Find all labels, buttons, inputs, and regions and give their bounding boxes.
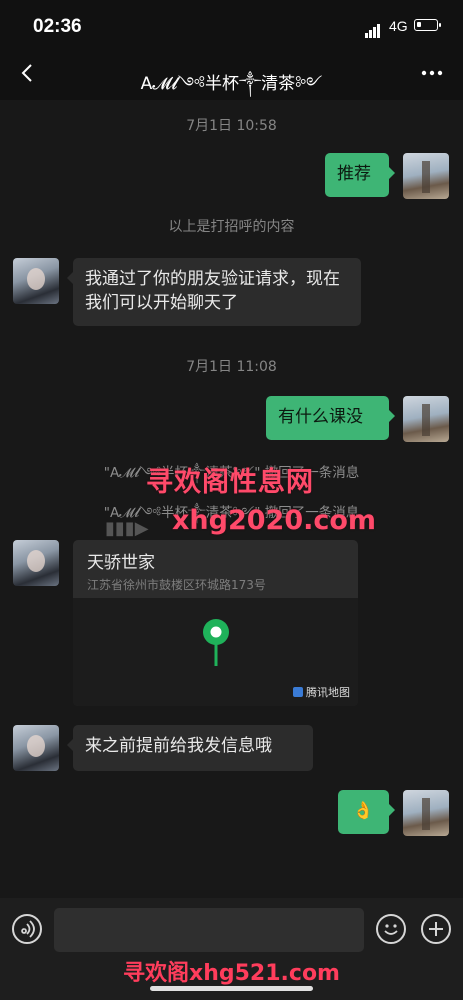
- message-bubble-in[interactable]: 我通过了你的朋友验证请求，现在我们可以开始聊天了: [67, 258, 361, 326]
- contact-avatar[interactable]: [13, 725, 59, 771]
- message-input[interactable]: [54, 908, 364, 952]
- message-bubble-out[interactable]: 👌: [338, 790, 395, 834]
- message-bubble-out[interactable]: 推荐: [325, 153, 395, 197]
- message-list[interactable]: 7月1日 10:58 推荐 以上是打招呼的内容 我通过了你的朋友验证请求，现在我…: [0, 100, 463, 898]
- voice-icon[interactable]: [12, 914, 42, 944]
- home-indicator[interactable]: [150, 986, 313, 991]
- more-options-icon[interactable]: [418, 61, 446, 85]
- message-bubble-in[interactable]: 来之前提前给我发信息哦: [67, 725, 313, 771]
- chat-header: A𝓜𝓵༺半杯༒清茶༻: [0, 55, 463, 95]
- timestamp: 7月1日 11:08: [186, 359, 277, 375]
- arrow-decoration: ▮▮▮▶: [105, 518, 149, 539]
- map-brand-label: 腾讯地图: [306, 686, 350, 699]
- status-time: 02:36: [33, 16, 82, 37]
- location-name: 天骄世家: [87, 553, 155, 573]
- add-icon[interactable]: [421, 914, 451, 944]
- watermark-footer: 寻欢阁xhg521.com: [123, 961, 340, 986]
- network-type: 4G: [389, 18, 408, 34]
- greeting-hint: 以上是打招呼的内容: [168, 219, 295, 235]
- status-bar: 02:36 4G: [0, 0, 463, 55]
- signal-icon: [365, 19, 381, 38]
- watermark-text: 寻欢阁性息网: [146, 467, 314, 498]
- map-logo-icon: [293, 687, 303, 697]
- my-avatar[interactable]: [403, 153, 449, 199]
- watermark-url: xhg2020.com: [172, 505, 377, 536]
- contact-avatar[interactable]: [13, 258, 59, 304]
- message-bubble-out[interactable]: 有什么课没: [266, 396, 395, 440]
- battery-icon: [414, 19, 441, 31]
- contact-avatar[interactable]: [13, 540, 59, 586]
- my-avatar[interactable]: [403, 396, 449, 442]
- map-brand: 腾讯地图: [293, 684, 350, 700]
- location-card[interactable]: 天骄世家 江苏省徐州市鼓楼区环城路173号 腾讯地图: [73, 540, 358, 706]
- location-address: 江苏省徐州市鼓楼区环城路173号: [87, 578, 266, 592]
- map-preview: 腾讯地图: [73, 598, 358, 706]
- map-pin-icon: [203, 619, 229, 666]
- my-avatar[interactable]: [403, 790, 449, 836]
- timestamp: 7月1日 10:58: [186, 118, 277, 134]
- emoji-icon[interactable]: [376, 914, 406, 944]
